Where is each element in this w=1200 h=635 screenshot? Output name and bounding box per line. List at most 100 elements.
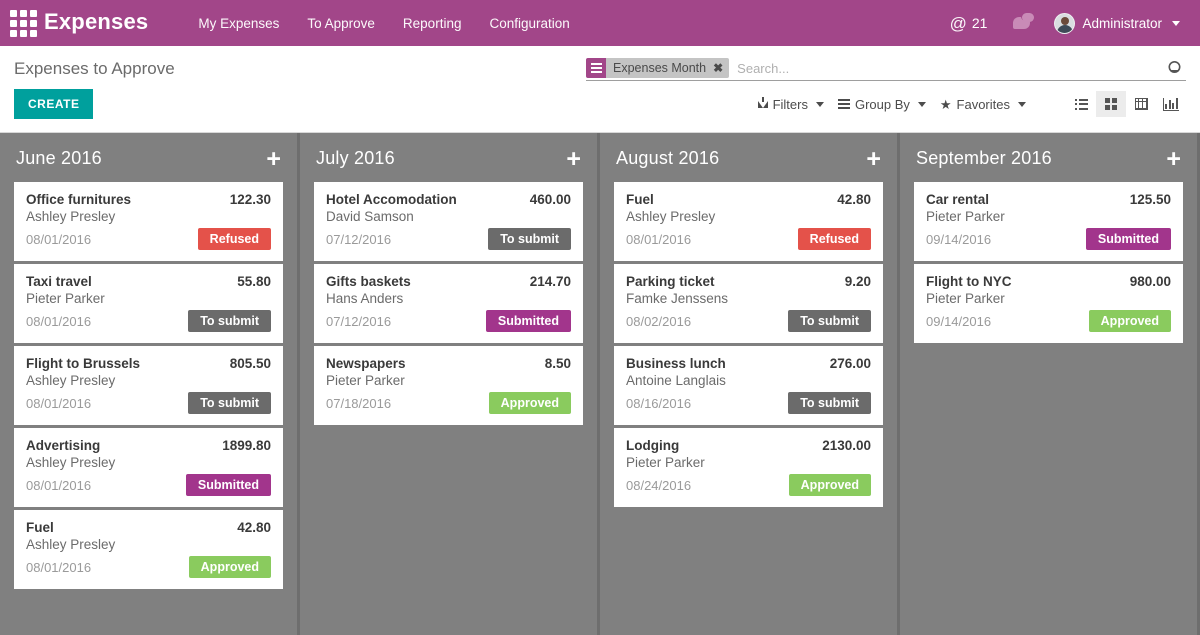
- kanban-card-bottom-row: 07/12/2016 Submitted: [326, 310, 571, 332]
- favorites-dropdown[interactable]: ★ Favorites: [940, 97, 1026, 112]
- create-button[interactable]: CREATE: [14, 89, 93, 119]
- expense-date: 09/14/2016: [926, 232, 991, 247]
- app-brand-title[interactable]: Expenses: [44, 9, 148, 37]
- kanban-card-top-row: Advertising1899.80: [26, 438, 271, 453]
- menu-item-my-expenses[interactable]: My Expenses: [184, 2, 293, 45]
- view-button-list[interactable]: [1066, 91, 1096, 117]
- expense-employee: Pieter Parker: [26, 291, 271, 306]
- search-area: Expenses Month ✖: [586, 57, 1186, 81]
- control-panel-top-row: Expenses to Approve Expenses Month ✖: [0, 46, 1200, 81]
- view-button-kanban[interactable]: [1096, 91, 1126, 117]
- apps-grid-icon[interactable]: [6, 6, 40, 40]
- messages-button[interactable]: [999, 9, 1044, 37]
- kanban-card-bottom-row: 09/14/2016Submitted: [926, 228, 1171, 250]
- apps-grid-dot: [30, 30, 37, 37]
- kanban-card[interactable]: Office furnitures122.30Ashley Presley08/…: [14, 182, 283, 261]
- expense-employee: Ashley Presley: [26, 537, 271, 552]
- status-badge: To submit: [788, 392, 871, 414]
- status-badge: Approved: [189, 556, 271, 578]
- menu-item-reporting[interactable]: Reporting: [389, 2, 476, 45]
- kanban-card[interactable]: Parking ticket9.20Famke Jenssens08/02/20…: [614, 264, 883, 343]
- expense-employee: Ashley Presley: [26, 373, 271, 388]
- status-badge: Approved: [489, 392, 571, 414]
- expense-name: Gifts baskets: [326, 274, 411, 289]
- expense-date: 08/01/2016: [26, 478, 91, 493]
- apps-grid-dot: [20, 10, 27, 17]
- expense-date: 07/12/2016: [326, 314, 391, 329]
- kanban-column-header: June 2016+: [0, 133, 297, 182]
- expense-amount: 276.00: [830, 356, 871, 371]
- expense-amount: 42.80: [837, 192, 871, 207]
- mentions-count: 21: [972, 15, 988, 31]
- user-name-label: Administrator: [1082, 16, 1162, 31]
- view-button-graph[interactable]: [1156, 91, 1186, 117]
- expense-amount: 980.00: [1130, 274, 1171, 289]
- group-by-line: [591, 67, 602, 69]
- add-record-icon[interactable]: +: [566, 150, 581, 168]
- search-icon[interactable]: [1164, 57, 1186, 80]
- kanban-card[interactable]: Fuel42.80Ashley Presley08/01/2016Approve…: [14, 510, 283, 589]
- filters-label: Filters: [773, 97, 808, 112]
- search-input[interactable]: [729, 57, 1164, 80]
- close-icon[interactable]: ✖: [711, 58, 729, 78]
- expense-employee: Pieter Parker: [926, 291, 1171, 306]
- kanban-card[interactable]: Lodging2130.00Pieter Parker08/24/2016App…: [614, 428, 883, 507]
- kanban-card[interactable]: Flight to Brussels805.50Ashley Presley08…: [14, 346, 283, 425]
- menu-item-to-approve[interactable]: To Approve: [293, 2, 389, 45]
- expense-date: 07/12/2016: [326, 232, 391, 247]
- kanban-card[interactable]: Fuel42.80Ashley Presley08/01/2016Refused: [614, 182, 883, 261]
- kanban-card-list: Hotel Accomodation460.00David Samson07/1…: [300, 182, 597, 425]
- add-record-icon[interactable]: +: [866, 150, 881, 168]
- add-record-icon[interactable]: +: [266, 150, 281, 168]
- breadcrumb: Expenses to Approve: [14, 57, 175, 79]
- kanban-card-list: Office furnitures122.30 Ashley Presley 08/…: [0, 182, 297, 589]
- kanban-card-bottom-row: 08/24/2016Approved: [626, 474, 871, 496]
- kanban-card-bottom-row: 07/12/2016To submit: [326, 228, 571, 250]
- main-menu: My Expenses To Approve Reporting Configu…: [184, 2, 583, 45]
- expense-name: Car rental: [926, 192, 989, 207]
- kanban-column-title: September 2016: [916, 148, 1052, 169]
- kanban-card-bottom-row: 08/01/2016To submit: [26, 310, 271, 332]
- filter-icon: [758, 101, 768, 108]
- search-facet-expenses-month[interactable]: Expenses Month ✖: [586, 58, 729, 78]
- add-record-icon[interactable]: +: [1166, 150, 1181, 168]
- user-menu-button[interactable]: Administrator: [1044, 7, 1186, 40]
- avatar-head: [1061, 17, 1069, 25]
- avatar: [1054, 13, 1075, 34]
- bar-chart-icon: [1163, 98, 1179, 111]
- kanban-card[interactable]: Advertising1899.80Ashley Presley08/01/20…: [14, 428, 283, 507]
- status-badge: To submit: [788, 310, 871, 332]
- group-by-dropdown[interactable]: Group By: [838, 97, 926, 112]
- kanban-card-bottom-row: 08/01/2016To submit: [26, 392, 271, 414]
- kanban-card[interactable]: Car rental125.50Pieter Parker09/14/2016S…: [914, 182, 1183, 261]
- kanban-card[interactable]: Newspapers8.50Pieter Parker07/18/2016App…: [314, 346, 583, 425]
- expense-name: Newspapers: [326, 356, 406, 371]
- kanban-card[interactable]: Business lunch276.00Antoine Langlais08/1…: [614, 346, 883, 425]
- expense-date: 08/02/2016: [626, 314, 691, 329]
- kanban-card[interactable]: Taxi travel55.80Pieter Parker08/01/2016T…: [14, 264, 283, 343]
- favorites-label: Favorites: [957, 97, 1010, 112]
- apps-grid-dot: [10, 10, 17, 17]
- expense-employee: Pieter Parker: [626, 455, 871, 470]
- kanban-card[interactable]: Hotel Accomodation460.00David Samson07/1…: [314, 182, 583, 261]
- menu-item-configuration[interactable]: Configuration: [475, 2, 583, 45]
- avatar-body: [1057, 25, 1073, 34]
- search-box[interactable]: Expenses Month ✖: [586, 57, 1186, 81]
- apps-grid-dot: [10, 20, 17, 27]
- status-badge: To submit: [188, 310, 271, 332]
- view-button-pivot[interactable]: [1126, 91, 1156, 117]
- expense-amount: 122.30: [230, 192, 271, 207]
- kanban-card-top-row: Office furnitures122.30: [26, 192, 271, 207]
- filters-dropdown[interactable]: Filters: [758, 97, 824, 112]
- kanban-column-header: August 2016 +: [600, 133, 897, 182]
- status-badge: Refused: [198, 228, 271, 250]
- status-badge: To submit: [188, 392, 271, 414]
- expense-name: Flight to Brussels: [26, 356, 140, 371]
- kanban-card-list: Fuel42.80Ashley Presley08/01/2016Refused…: [600, 182, 897, 507]
- kanban-card[interactable]: Flight to NYC980.00Pieter Parker09/14/20…: [914, 264, 1183, 343]
- status-badge: Submitted: [486, 310, 571, 332]
- mentions-button[interactable]: @ 21: [938, 7, 1000, 40]
- kanban-column-title: August 2016: [616, 148, 719, 169]
- kanban-card[interactable]: Gifts baskets214.70Hans Anders07/12/2016…: [314, 264, 583, 343]
- expense-amount: 42.80: [237, 520, 271, 535]
